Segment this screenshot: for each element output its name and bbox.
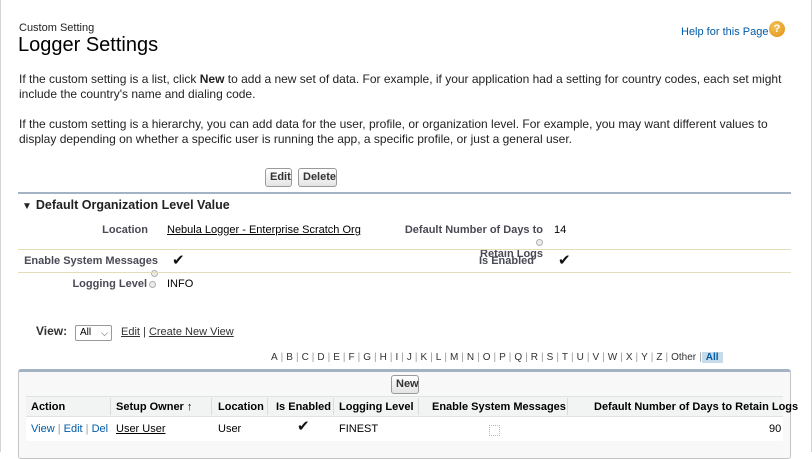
row-days: 90 [769, 423, 782, 435]
view-label: View: [36, 324, 68, 338]
setup-owner-header-text: Setup Owner [116, 401, 184, 413]
alpha-filter-v[interactable]: V [589, 352, 602, 363]
location-link[interactable]: Nebula Logger - Enterprise Scratch Org [167, 224, 361, 236]
column-divider [267, 398, 268, 415]
row-actions: View | Edit | Del [31, 423, 108, 435]
alpha-filter-m[interactable]: M [447, 352, 461, 363]
column-header-system-messages[interactable]: Enable System Messages [432, 401, 566, 413]
section-rule [18, 192, 791, 194]
row-del-link[interactable]: Del [92, 423, 109, 435]
row-action-sep: | [57, 423, 61, 435]
alpha-filter-n[interactable]: N [464, 352, 477, 363]
create-new-view-link[interactable]: Create New View [149, 326, 234, 338]
view-links: Edit | Create New View [121, 326, 234, 338]
alpha-filter-r[interactable]: R [528, 352, 541, 363]
page-eyebrow: Custom Setting [19, 22, 95, 34]
system-messages-label: Enable System Messages [18, 255, 158, 279]
system-messages-label-text: Enable System Messages [24, 255, 158, 267]
alphabet-filter: A | B | C | D | E | F | G | H | I | J | K | L | M | N | O | P | Q | R | S | T |… [268, 351, 723, 363]
column-divider [110, 398, 111, 415]
alpha-filter-s[interactable]: S [544, 352, 557, 363]
alpha-filter-a[interactable]: A [268, 352, 281, 363]
alpha-filter-p[interactable]: P [496, 352, 509, 363]
is-enabled-label: Is Enabled [478, 255, 534, 267]
column-divider [567, 398, 568, 415]
alpha-filter-y[interactable]: Y [638, 352, 651, 363]
column-header-logging-level[interactable]: Logging Level [339, 401, 414, 413]
section-title: Default Organization Level Value [35, 198, 230, 212]
info-dot-icon[interactable] [151, 269, 158, 277]
alpha-filter-b[interactable]: B [283, 352, 296, 363]
help-icon[interactable]: ? [769, 21, 785, 37]
alpha-filter-all[interactable]: All [701, 351, 723, 363]
section-header-default-org[interactable]: ▼ Default Organization Level Value [22, 198, 230, 212]
view-selected-value: All [80, 327, 92, 338]
alpha-filter-x[interactable]: X [623, 352, 636, 363]
location-value: Nebula Logger - Enterprise Scratch Org [167, 224, 361, 236]
alpha-filter-k[interactable]: K [417, 352, 430, 363]
logging-level-value: INFO [167, 278, 194, 290]
description-list-start: If the custom setting is a list, click [19, 72, 200, 86]
alpha-filter-t[interactable]: T [559, 352, 571, 363]
alpha-filter-w[interactable]: W [605, 352, 620, 363]
alpha-filter-g[interactable]: G [360, 352, 374, 363]
row-edit-link[interactable]: Edit [64, 423, 83, 435]
days-label-line1: Default Number of Days to [404, 224, 543, 236]
field-row-divider [18, 272, 791, 273]
description-new-keyword: New [199, 72, 225, 86]
alpha-filter-h[interactable]: H [377, 352, 390, 363]
checkmark-icon: ✔ [172, 252, 185, 269]
delete-button[interactable]: Delete [298, 168, 337, 187]
info-dot-icon[interactable] [149, 280, 156, 288]
view-select[interactable]: All ⌵ [75, 325, 112, 341]
column-header-action: Action [31, 401, 66, 413]
column-divider [333, 398, 334, 415]
alpha-filter-c[interactable]: C [299, 352, 312, 363]
column-divider [418, 398, 419, 415]
edit-view-link[interactable]: Edit [121, 326, 140, 338]
view-links-divider: | [143, 326, 146, 338]
edit-button[interactable]: Edit [265, 168, 292, 187]
sort-ascending-icon: ↑ [186, 401, 193, 413]
column-header-setup-owner[interactable]: Setup Owner ↑ [116, 401, 192, 413]
page-title: Logger Settings [18, 34, 159, 56]
checkmark-icon: ✔ [297, 418, 310, 435]
description-list: If the custom setting is a list, click N… [19, 72, 789, 102]
row-setup-owner: User User [116, 423, 166, 435]
alpha-filter-e[interactable]: E [330, 352, 343, 363]
row-view-link[interactable]: View [31, 423, 55, 435]
column-divider [211, 398, 212, 415]
checkmark-icon: ✔ [558, 252, 571, 269]
logging-level-label: Logging Level [60, 278, 156, 290]
row-action-sep: | [85, 423, 89, 435]
alpha-filter-f[interactable]: F [346, 352, 358, 363]
field-row-divider [18, 249, 791, 250]
alpha-filter-q[interactable]: Q [511, 352, 525, 363]
alpha-filter-u[interactable]: U [574, 352, 587, 363]
new-button[interactable]: New [391, 375, 419, 394]
alpha-filter-other[interactable]: Other [668, 352, 699, 363]
description-hierarchy: If the custom setting is a hierarchy, yo… [19, 117, 768, 146]
unchecked-box-icon [489, 425, 500, 436]
alpha-filter-d[interactable]: D [314, 352, 327, 363]
setup-owner-link[interactable]: User User [116, 423, 166, 435]
location-label: Location [102, 224, 148, 236]
triangle-down-icon[interactable]: ▼ [22, 201, 32, 212]
help-for-this-page-link[interactable]: Help for this Page [681, 26, 768, 38]
alpha-filter-o[interactable]: O [480, 352, 494, 363]
alpha-filter-z[interactable]: Z [653, 352, 665, 363]
column-header-location[interactable]: Location [218, 401, 264, 413]
chevron-down-icon: ⌵ [101, 328, 108, 338]
info-dot-icon[interactable] [536, 238, 543, 246]
alpha-filter-l[interactable]: L [433, 352, 445, 363]
alpha-filter-i[interactable]: I [392, 352, 401, 363]
days-value: 14 [554, 224, 567, 236]
column-header-days[interactable]: Default Number of Days to Retain Logs [594, 401, 798, 413]
column-header-is-enabled[interactable]: Is Enabled [276, 401, 331, 413]
row-location: User [218, 423, 242, 435]
alpha-filter-j[interactable]: J [404, 352, 415, 363]
logging-level-label-text: Logging Level [72, 278, 147, 290]
row-logging-level: FINEST [339, 423, 379, 435]
